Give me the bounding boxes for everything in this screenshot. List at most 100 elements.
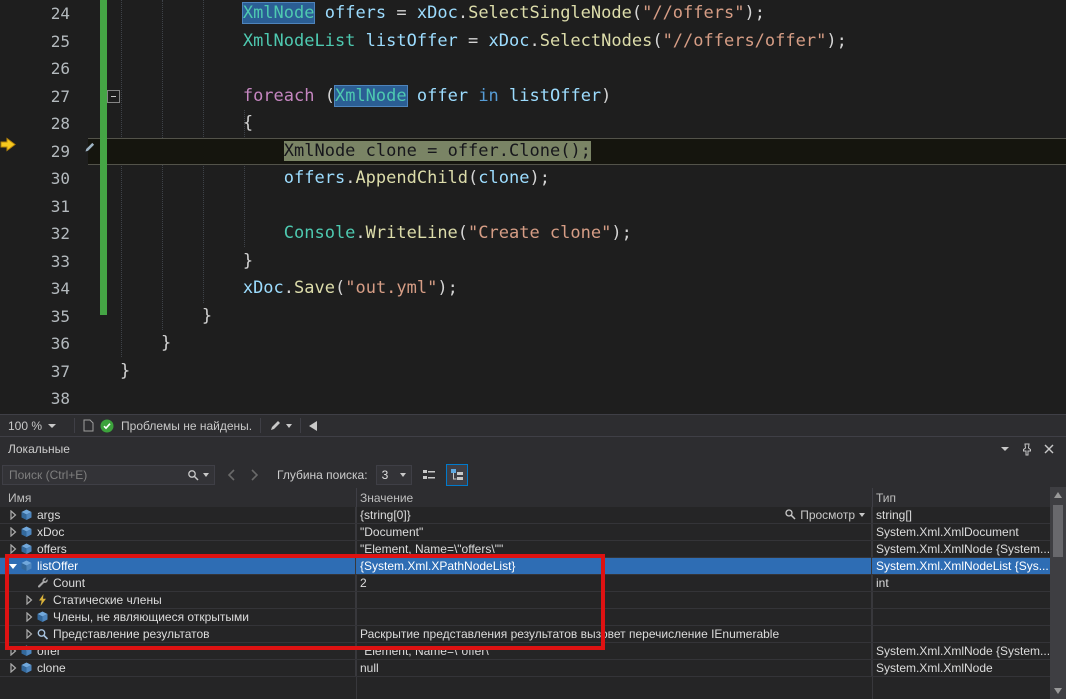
variable-row-xdoc[interactable]: xDoc "Document" System.Xml.XmlDocument [0, 524, 1050, 541]
column-header-type[interactable]: Тип [876, 491, 896, 505]
scrollbar-thumb[interactable] [1053, 505, 1063, 557]
expander-toggle[interactable] [5, 527, 20, 537]
line-number[interactable]: 32 [0, 220, 88, 248]
line-number[interactable]: 35 [0, 303, 88, 331]
line-number[interactable]: 34 [0, 275, 88, 303]
search-depth-select[interactable]: 3 [375, 465, 412, 485]
field-icon [36, 611, 53, 623]
variable-row-args[interactable]: args {string[0]} Просмотр string[] [0, 507, 1050, 524]
column-header-value[interactable]: Значение [360, 491, 413, 505]
search-input[interactable] [3, 468, 187, 482]
code-token: . [529, 30, 540, 51]
column-resizer[interactable] [872, 488, 873, 508]
code-line-38[interactable]: 38 [0, 385, 1066, 413]
code-text: Console.WriteLine("Create clone"); [88, 220, 1066, 248]
variable-row-clone[interactable]: clone null System.Xml.XmlNode [0, 660, 1050, 677]
code-line-31[interactable]: 31 [0, 193, 1066, 221]
code-line-28[interactable]: 28 { [0, 110, 1066, 138]
zoom-level: 100 % [8, 418, 43, 433]
line-number[interactable]: 33 [0, 248, 88, 276]
flat-view-button[interactable] [418, 464, 440, 486]
code-line-26[interactable]: 26 [0, 55, 1066, 83]
window-position-button[interactable] [996, 440, 1014, 458]
code-editor[interactable]: 24 XmlNode offers = xDoc.SelectSingleNod… [0, 0, 1066, 414]
expander-toggle[interactable] [5, 510, 20, 520]
column-header-name[interactable]: Имя [8, 491, 31, 505]
variable-row-results-view[interactable]: Представление результатов Раскрытие предс… [0, 626, 1050, 643]
vertical-scrollbar[interactable] [1050, 487, 1066, 699]
line-number[interactable]: 25 [0, 28, 88, 56]
variables-grid[interactable]: args {string[0]} Просмотр string[] xDoc "Docu… [0, 507, 1050, 699]
document-icon [83, 419, 94, 432]
collapse-left-icon[interactable] [309, 420, 318, 431]
search-next-icon[interactable] [247, 469, 261, 481]
code-line-30[interactable]: 30 offers.AppendChild(clone); [0, 165, 1066, 193]
expander-toggle[interactable] [5, 663, 20, 673]
code-line-29[interactable]: 29 XmlNode clone = offer.Clone(); [0, 137, 1066, 165]
code-token: ( [314, 85, 335, 106]
name-cell: xDoc [0, 524, 356, 540]
code-text: XmlNode offers = xDoc.SelectSingleNode("… [88, 0, 1066, 28]
lightning-icon [36, 594, 53, 606]
expander-toggle[interactable] [21, 629, 36, 639]
locals-title-bar[interactable]: Локальные [0, 437, 1066, 462]
line-number[interactable]: 24 [0, 0, 88, 28]
variable-type: System.Xml.XmlDocument [876, 525, 1019, 539]
line-number[interactable]: 38 [0, 385, 88, 413]
scroll-up-icon[interactable] [1054, 492, 1062, 498]
variable-row-static-members[interactable]: Статические члены [0, 592, 1050, 609]
pin-button[interactable] [1018, 440, 1036, 458]
code-text: xDoc.Save("out.yml"); [88, 275, 1066, 303]
line-number[interactable]: 26 [0, 55, 88, 83]
search-prev-icon[interactable] [225, 469, 239, 481]
document-health-indicator[interactable]: Проблемы не найдены. [100, 419, 252, 433]
type-cell: string[] [872, 507, 1050, 523]
field-icon [20, 526, 37, 538]
variable-value: {string[0]} [360, 508, 411, 522]
code-token: "Create clone" [468, 223, 612, 243]
line-number[interactable]: 30 [0, 165, 88, 193]
variable-row-non-public-members[interactable]: Члены, не являющиеся открытыми [0, 609, 1050, 626]
close-button[interactable] [1040, 440, 1058, 458]
line-number[interactable]: 27 [0, 83, 88, 111]
tree-view-button[interactable] [445, 464, 468, 486]
line-number[interactable]: 36 [0, 330, 88, 358]
field-icon [20, 645, 37, 657]
name-cell: Представление результатов [0, 626, 356, 642]
code-token: (); [560, 140, 591, 161]
expander-toggle[interactable] [21, 595, 36, 605]
variable-row-listoffer[interactable]: listOffer {System.Xml.XPathNodeList} Syste… [0, 558, 1050, 575]
code-line-35[interactable]: 35 } [0, 303, 1066, 331]
tree-view-icon [450, 469, 463, 480]
magnifier-icon [784, 508, 796, 523]
expander-toggle[interactable] [5, 646, 20, 656]
variable-row-count[interactable]: Count 2 int [0, 575, 1050, 592]
code-cleanup-button[interactable] [269, 419, 293, 432]
view-value-button[interactable]: Просмотр [784, 508, 865, 523]
expander-toggle[interactable] [5, 544, 20, 554]
code-line-27[interactable]: 27 foreach (XmlNode offer in listOffer) [0, 83, 1066, 111]
scroll-down-icon[interactable] [1054, 688, 1062, 694]
expander-toggle[interactable] [21, 612, 36, 622]
code-line-24[interactable]: 24 XmlNode offers = xDoc.SelectSingleNod… [0, 0, 1066, 28]
line-number[interactable]: 31 [0, 193, 88, 221]
variable-value: null [360, 661, 379, 675]
collapse-region-toggle[interactable] [107, 90, 120, 103]
code-line-33[interactable]: 33 } [0, 248, 1066, 276]
code-line-34[interactable]: 34 xDoc.Save("out.yml"); [0, 275, 1066, 303]
zoom-control[interactable]: 100 % [8, 418, 57, 433]
line-number[interactable]: 28 [0, 110, 88, 138]
expander-toggle[interactable] [5, 561, 20, 571]
code-line-37[interactable]: 37} [0, 358, 1066, 386]
search-box[interactable] [2, 465, 215, 485]
code-line-25[interactable]: 25 XmlNodeList listOffer = xDoc.SelectNo… [0, 28, 1066, 56]
column-resizer[interactable] [356, 488, 357, 508]
line-number[interactable]: 37 [0, 358, 88, 386]
code-line-32[interactable]: 32 Console.WriteLine("Create clone"); [0, 220, 1066, 248]
code-line-36[interactable]: 36 } [0, 330, 1066, 358]
variable-row-offer[interactable]: offer "Element, Name=\"offer\"" System.Xml… [0, 643, 1050, 660]
variable-row-offers[interactable]: offers "Element, Name=\"offers\"" System.X… [0, 541, 1050, 558]
